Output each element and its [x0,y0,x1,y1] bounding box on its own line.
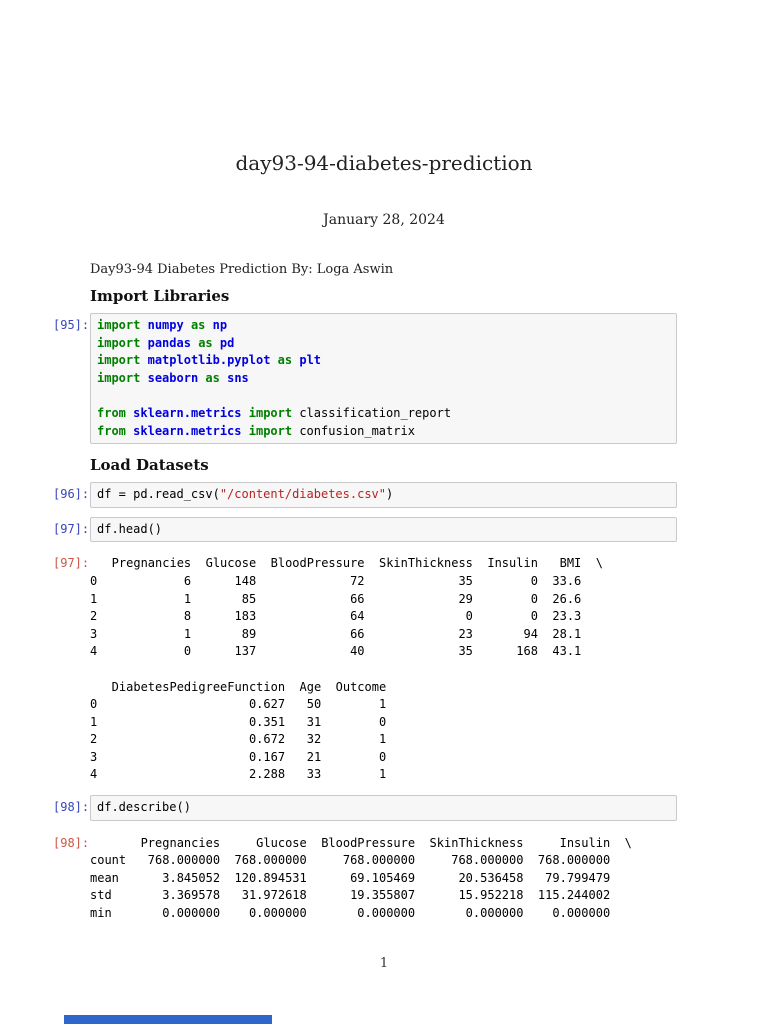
code-line: import numpy as np [97,318,228,332]
document-date: January 28, 2024 [323,212,445,228]
in-prompt-95: [95]: [53,318,90,332]
out-prompt-98: [98]: [53,835,90,850]
code-line: df.head() [97,521,163,536]
code-cell-97: [97]: df.head() [53,516,677,543]
page-title: day93-94-diabetes-prediction [235,151,533,175]
page-bottom-blue-bar [64,1015,272,1024]
heading-import-libraries: Import Libraries [90,287,230,305]
notebook-content: Day93-94 Diabetes Prediction By: Loga As… [0,261,768,923]
code-box-95: import numpy as np import pandas as pd imp… [90,313,677,445]
code-line: df.describe() [97,800,191,815]
pdf-page: day93-94-diabetes-prediction January 28,… [0,0,768,1024]
in-prompt-98: [98]: [53,800,90,815]
code-line: from sklearn.metrics import classificati… [97,405,452,420]
code-cell-96: [96]: df = pd.read_csv("/content/diabete… [53,482,677,508]
out-prompt-97: [97]: [53,556,90,571]
title-block: day93-94-diabetes-prediction January 28,… [0,0,768,229]
code-box-97: df.head() [90,516,677,543]
output-cell-97: [97]: Pregnancies Glucose BloodPressure … [53,555,677,784]
code-cell-98: [98]: df.describe() [53,795,677,821]
code-line: import matplotlib.pyplot as plt [97,353,322,368]
dataframe-describe-output: Pregnancies Glucose BloodPressure SkinTh… [90,835,632,921]
code-line: import seaborn as sns [97,370,249,385]
code-line: df = pd.read_csv("/content/diabetes.csv"… [97,487,394,502]
code-box-96: df = pd.read_csv("/content/diabetes.csv"… [90,482,677,508]
code-cell-95: [95]: import numpy as np import pandas as… [53,313,677,445]
dataframe-head-output: Pregnancies Glucose BloodPressure SkinTh… [90,556,603,782]
code-line: import pandas as pd [97,335,235,350]
code-line: from sklearn.metrics import confusion_ma… [97,423,415,438]
in-prompt-97: [97]: [53,521,90,536]
byline: Day93-94 Diabetes Prediction By: Loga As… [90,262,394,277]
page-number: 1 [379,956,389,971]
code-box-98: df.describe() [90,795,677,821]
in-prompt-96: [96]: [53,487,90,502]
output-cell-98: [98]: Pregnancies Glucose BloodPressure … [53,835,677,923]
heading-load-datasets: Load Datasets [90,456,209,475]
